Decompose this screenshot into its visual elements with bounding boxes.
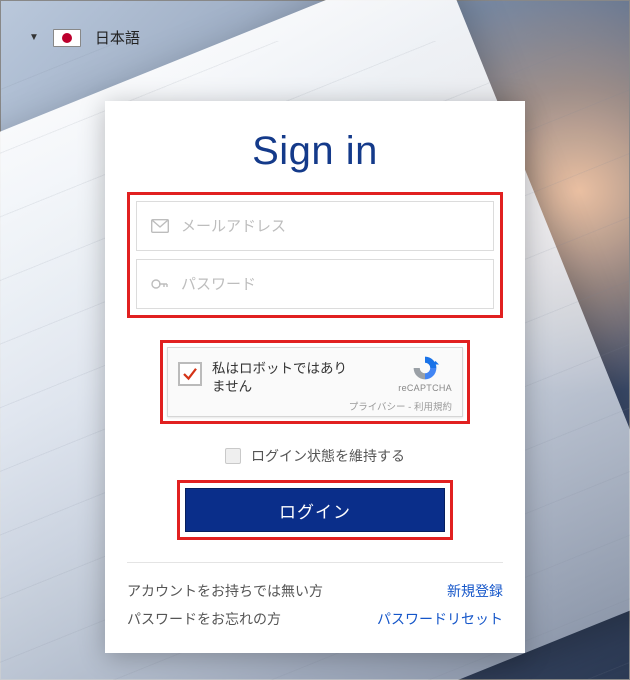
remember-checkbox[interactable]	[225, 448, 241, 464]
recaptcha-icon	[410, 354, 440, 382]
signin-card: Sign in	[105, 101, 525, 653]
login-button-highlight: ログイン	[177, 480, 453, 540]
password-input[interactable]	[171, 276, 481, 293]
email-field-wrap[interactable]	[136, 201, 494, 251]
remember-label: ログイン状態を維持する	[251, 446, 405, 466]
signup-link[interactable]: 新規登録	[447, 581, 503, 601]
recaptcha-legal: プライバシー - 利用規約	[349, 399, 452, 413]
recaptcha-widget[interactable]: 私はロボットではありません reCAPTCHA プライバシー - 利用規約	[167, 347, 463, 417]
key-icon	[149, 275, 171, 293]
checkmark-icon	[181, 365, 199, 383]
recaptcha-brand: reCAPTCHA	[398, 383, 452, 393]
recaptcha-terms[interactable]: 利用規約	[414, 402, 452, 413]
remember-me[interactable]: ログイン状態を維持する	[127, 446, 503, 466]
forgot-password-label: パスワードをお忘れの方	[127, 609, 281, 629]
language-label: 日本語	[95, 27, 140, 48]
password-field-wrap[interactable]	[136, 259, 494, 309]
chevron-down-icon: ▼	[29, 32, 39, 43]
footer-links: アカウントをお持ちでは無い方 新規登録 パスワードをお忘れの方 パスワードリセッ…	[127, 577, 503, 633]
language-selector[interactable]: ▼ 日本語	[29, 27, 140, 48]
mail-icon	[149, 219, 171, 233]
recaptcha-logo: reCAPTCHA	[398, 354, 452, 393]
password-reset-link[interactable]: パスワードリセット	[377, 609, 503, 629]
flag-japan-icon	[53, 29, 81, 47]
email-input[interactable]	[171, 218, 481, 235]
recaptcha-label: 私はロボットではありません	[212, 360, 352, 396]
divider	[127, 562, 503, 563]
recaptcha-privacy[interactable]: プライバシー	[349, 402, 406, 413]
recaptcha-highlight: 私はロボットではありません reCAPTCHA プライバシー - 利用規約	[160, 340, 470, 424]
recaptcha-checkbox[interactable]	[178, 362, 202, 386]
page-title: Sign in	[127, 129, 503, 174]
login-button[interactable]: ログイン	[185, 488, 445, 532]
credentials-highlight	[127, 192, 503, 318]
no-account-label: アカウントをお持ちでは無い方	[127, 581, 323, 601]
